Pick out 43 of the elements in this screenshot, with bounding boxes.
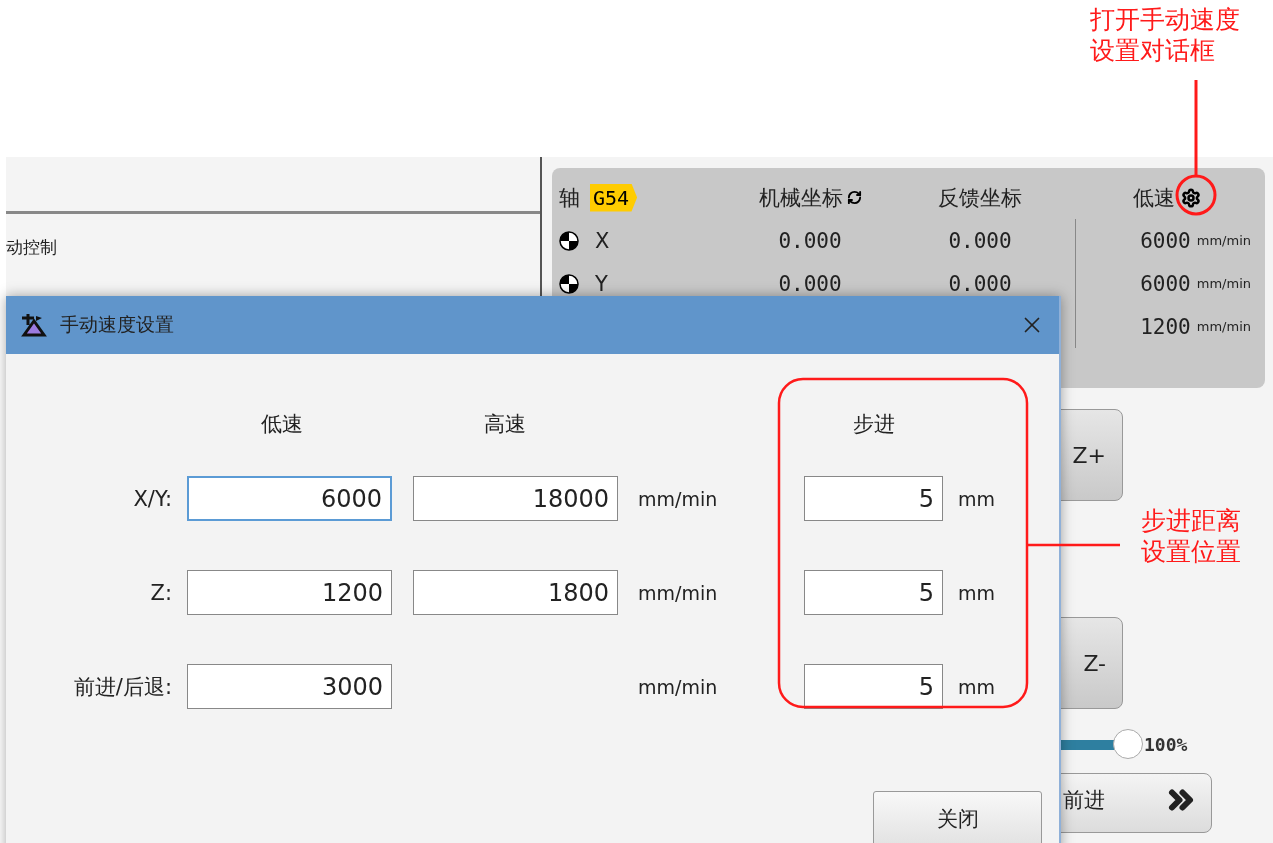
unit-label: mm/min bbox=[638, 675, 719, 698]
unit-label: mm/min bbox=[638, 487, 719, 510]
column-header: 步进 bbox=[851, 410, 896, 438]
column-header: 反馈坐标 bbox=[938, 184, 1022, 212]
unit-label: mm bbox=[958, 487, 997, 510]
row-label: X/Y: bbox=[132, 486, 172, 511]
panel-label: 动控制 bbox=[6, 236, 58, 259]
axis-label: X bbox=[595, 228, 610, 253]
unit-label: mm bbox=[958, 675, 997, 698]
number-field[interactable]: 6000 bbox=[187, 476, 392, 521]
number-field[interactable]: 1800 bbox=[413, 570, 618, 615]
annotation-note: 步进距离设置位置 bbox=[1141, 505, 1241, 568]
number-field[interactable]: 5 bbox=[804, 570, 943, 615]
speed-value: 1200 bbox=[1140, 314, 1191, 339]
row-label: Z: bbox=[149, 580, 172, 605]
number-field[interactable]: 18000 bbox=[413, 476, 618, 521]
machine-coordinate: 0.000 bbox=[778, 271, 842, 296]
machine-coordinate: 0.000 bbox=[778, 228, 842, 253]
unit-label: mm/min bbox=[1196, 319, 1251, 334]
number-field[interactable]: 3000 bbox=[187, 664, 392, 709]
annotation-note: 打开手动速度设置对话框 bbox=[1090, 4, 1240, 67]
feedback-coordinate: 0.000 bbox=[948, 228, 1012, 253]
speed-value: 6000 bbox=[1140, 228, 1191, 253]
column-header: 机械坐标 bbox=[758, 184, 843, 212]
unit-label: mm/min bbox=[638, 581, 719, 604]
unit-label: mm/min bbox=[1196, 233, 1251, 248]
column-header: 轴 bbox=[559, 184, 580, 212]
column-header: 低速 bbox=[1133, 184, 1175, 212]
row-label: 前进/后退: bbox=[72, 673, 172, 701]
coord-system-badge: G54 bbox=[590, 183, 638, 212]
dialog-title: 手动速度设置 bbox=[60, 312, 175, 337]
slider-reading: 100% bbox=[1144, 734, 1188, 755]
column-header: 高速 bbox=[483, 410, 527, 438]
close-button[interactable]: 关闭 bbox=[873, 791, 1042, 843]
number-field[interactable]: 5 bbox=[804, 476, 943, 521]
feedback-coordinate: 0.000 bbox=[948, 271, 1012, 296]
unit-label: mm bbox=[958, 581, 997, 604]
speed-value: 6000 bbox=[1140, 271, 1191, 296]
number-field[interactable]: 5 bbox=[804, 664, 943, 709]
column-header: 低速 bbox=[260, 410, 304, 438]
unit-label: mm/min bbox=[1196, 276, 1251, 291]
axis-label: Y bbox=[595, 271, 608, 296]
number-field[interactable]: 1200 bbox=[187, 570, 392, 615]
